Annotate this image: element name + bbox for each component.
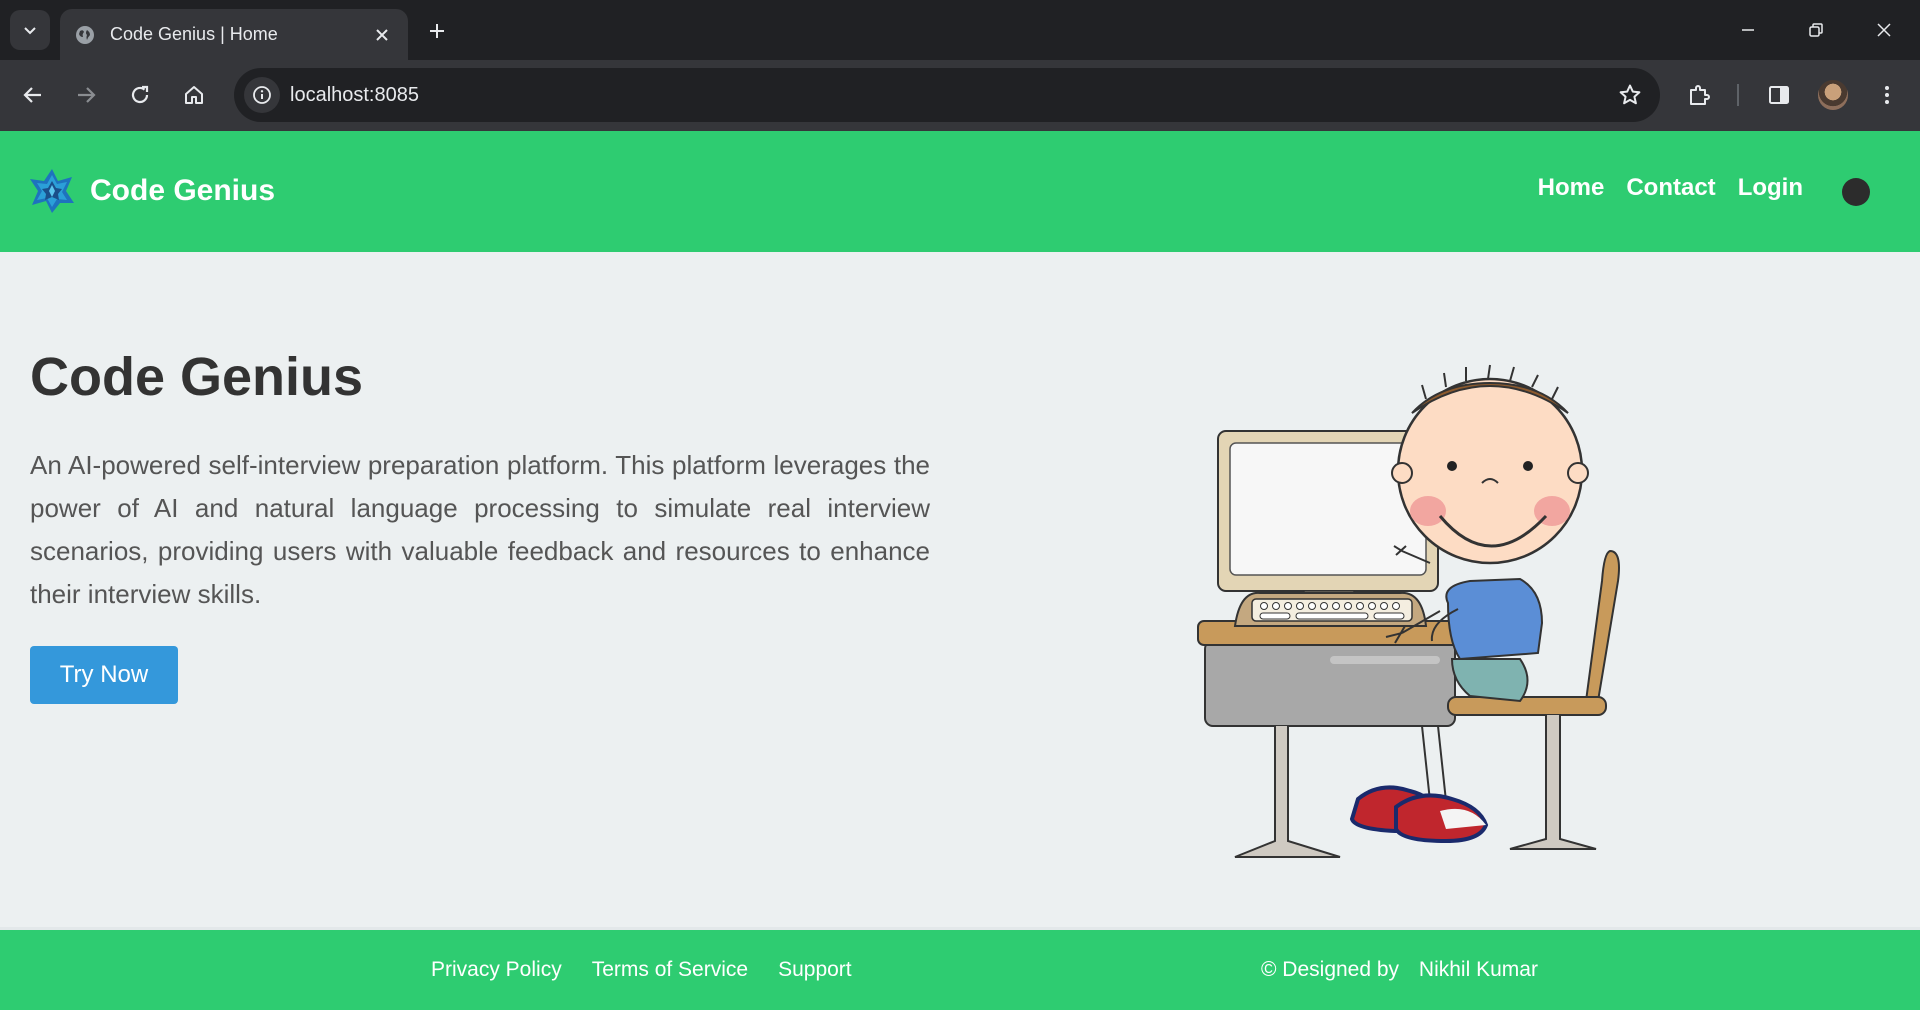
nav-links: Home Contact Login: [1538, 174, 1803, 202]
puzzle-icon: [1690, 85, 1710, 105]
browser-toolbar: localhost:8085: [0, 60, 1920, 131]
menu-button[interactable]: [1866, 74, 1908, 116]
footer-credit: © Designed by Nikhil Kumar: [1261, 930, 1538, 1010]
toolbar-separator: [1737, 84, 1739, 106]
tab-title: Code Genius | Home: [110, 24, 278, 44]
restore-icon: [1809, 23, 1823, 37]
home-icon: [185, 86, 203, 104]
minimize-button[interactable]: [1724, 10, 1772, 50]
arrow-left-icon: [23, 87, 41, 103]
browser-tabstrip: Code Genius | Home: [0, 0, 1920, 60]
tab-search-button[interactable]: [10, 10, 50, 50]
side-panel-icon: [1769, 86, 1789, 104]
hero-description: An AI-powered self-interview preparation…: [30, 450, 930, 609]
side-panel-button[interactable]: [1758, 74, 1800, 116]
tab-close-button[interactable]: [370, 23, 394, 47]
hero-title: Code Genius: [30, 347, 364, 407]
arrow-right-icon: [78, 87, 96, 103]
logo-icon: [30, 169, 74, 213]
info-icon: [253, 86, 271, 104]
url-text[interactable]: localhost:8085: [290, 68, 419, 122]
close-icon: [376, 28, 388, 41]
restore-button[interactable]: [1792, 10, 1840, 50]
footer-link-terms[interactable]: Terms of Service: [592, 958, 748, 982]
brand[interactable]: Code Genius: [28, 167, 275, 215]
back-button[interactable]: [12, 74, 54, 116]
footer: Privacy Policy Terms of Service Support …: [0, 927, 1920, 1010]
page: Code Genius Home Contact Login Code Geni…: [0, 131, 1920, 1010]
nav-link-login[interactable]: Login: [1738, 174, 1803, 202]
navbar: Code Genius Home Contact Login: [0, 131, 1920, 252]
footer-link-privacy[interactable]: Privacy Policy: [431, 958, 562, 982]
extensions-button[interactable]: [1678, 74, 1720, 116]
star-icon: [1619, 84, 1641, 105]
new-tab-button[interactable]: [420, 14, 454, 48]
home-button[interactable]: [173, 74, 215, 116]
site-info-button[interactable]: [244, 77, 280, 113]
minimize-icon: [1742, 29, 1754, 31]
profile-avatar[interactable]: [1818, 80, 1848, 110]
plus-icon: [430, 24, 444, 38]
try-now-button[interactable]: Try Now: [30, 646, 178, 704]
more-vertical-icon: [1885, 86, 1889, 104]
footer-links: Privacy Policy Terms of Service Support: [431, 930, 852, 1010]
browser-tab[interactable]: Code Genius | Home: [60, 9, 408, 60]
globe-icon: [76, 25, 94, 44]
footer-credit-name: Nikhil Kumar: [1418, 958, 1538, 981]
forward-button[interactable]: [65, 74, 107, 116]
footer-credit-prefix: © Designed by: [1261, 958, 1400, 981]
address-bar[interactable]: localhost:8085: [234, 68, 1660, 122]
nav-link-contact[interactable]: Contact: [1626, 174, 1715, 202]
reload-icon: [131, 85, 149, 104]
boy-at-computer-illustration: [1197, 364, 1620, 858]
brand-name: Code Genius: [90, 174, 276, 207]
bookmark-button[interactable]: [1612, 77, 1648, 113]
chevron-down-icon: [24, 27, 36, 35]
reload-button[interactable]: [119, 74, 161, 116]
footer-link-support[interactable]: Support: [778, 958, 852, 982]
nav-link-home[interactable]: Home: [1538, 174, 1605, 202]
theme-toggle-button[interactable]: [1842, 178, 1870, 206]
close-window-button[interactable]: [1860, 10, 1908, 50]
close-icon: [1877, 23, 1891, 37]
